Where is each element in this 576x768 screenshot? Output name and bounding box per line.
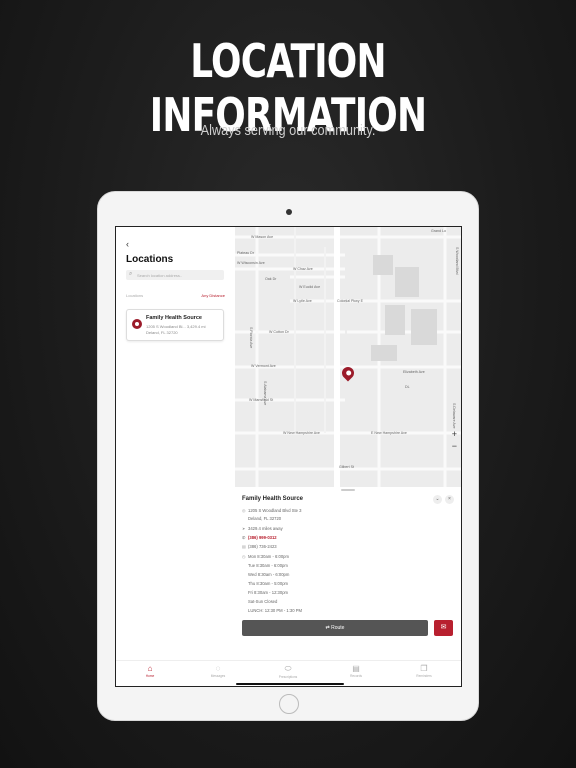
zoom-in-button[interactable]: + bbox=[452, 429, 457, 439]
tab-records[interactable]: ▤ Records bbox=[336, 664, 376, 678]
zoom-out-button[interactable]: − bbox=[452, 441, 457, 451]
page-title: Locations bbox=[126, 254, 174, 265]
detail-phone[interactable]: ✆ (386) 999-0312 bbox=[242, 535, 277, 540]
hours-line: Tue 8:30am - 6:00pm bbox=[248, 563, 288, 568]
location-pin-icon bbox=[132, 319, 142, 329]
ipad-home-button[interactable] bbox=[279, 694, 299, 714]
camera-dot bbox=[286, 209, 292, 215]
map-label: W Mason Ave bbox=[251, 235, 274, 239]
location-card-city: Deland, FL 32720 bbox=[146, 330, 178, 335]
map-label: W Euclid Ave bbox=[299, 285, 321, 289]
detail-title: Family Health Source bbox=[242, 496, 304, 502]
map-view[interactable]: W Mason Ave Plateau Dr Oak Dr W Chaz Ave… bbox=[235, 227, 461, 487]
detail-distance: ➤ 3429.4 miles away bbox=[242, 526, 283, 531]
map-label: W Mansfield St bbox=[249, 398, 274, 402]
distance-filter-button[interactable]: Any Distance bbox=[201, 293, 225, 298]
mail-icon: ✉ bbox=[440, 624, 447, 631]
tab-label: Home bbox=[145, 674, 155, 678]
map-label: Oak Dr bbox=[265, 277, 277, 281]
map-label: Gilbert St bbox=[339, 465, 354, 469]
map-label: S Alabama Ave bbox=[263, 381, 267, 406]
map-label: W Chaz Ave bbox=[293, 267, 313, 271]
route-button[interactable]: ⇄ Route bbox=[242, 620, 428, 636]
route-arrows-icon: ⇄ bbox=[325, 625, 330, 631]
sheet-grabber[interactable] bbox=[341, 489, 355, 491]
map-label: E New Hampshire Ave bbox=[371, 431, 407, 435]
tab-messages[interactable]: ◌ Messages bbox=[198, 664, 238, 678]
tab-label: Prescriptions bbox=[278, 675, 298, 679]
app-screen: 1:46 PM Thu Oct 20 ◂ ≋ 100% ▭ ‹ Location… bbox=[115, 226, 462, 687]
tab-label: Reminders bbox=[416, 674, 432, 678]
map-label: Grand Lo bbox=[431, 229, 446, 233]
address-line2: Deland, FL 32720 bbox=[248, 516, 282, 521]
search-icon: ⌕ bbox=[129, 271, 133, 277]
map-label: Colonial Pkwy E bbox=[337, 299, 363, 303]
home-indicator[interactable] bbox=[236, 683, 344, 685]
detail-fax: ▤ (386) 736-2423 bbox=[242, 544, 277, 549]
share-icon[interactable]: ⌄ bbox=[433, 495, 442, 504]
map-label: Elizabeth Ave bbox=[403, 370, 425, 374]
tab-prescriptions[interactable]: ⬭ Prescriptions bbox=[268, 664, 308, 679]
close-icon[interactable]: × bbox=[445, 495, 454, 504]
email-button[interactable]: ✉ bbox=[434, 620, 453, 636]
tab-label: Records bbox=[350, 674, 362, 678]
tab-label: Messages bbox=[210, 674, 226, 678]
hours-line: LUNCH: 12:30 PM - 1:30 PM bbox=[248, 608, 302, 613]
tab-home[interactable]: ⌂ Home bbox=[130, 664, 170, 678]
records-icon: ▤ bbox=[352, 664, 360, 673]
distance-text: 3429.4 miles away bbox=[248, 526, 283, 531]
map-label: DL bbox=[405, 385, 410, 389]
location-card-title: Family Health Source bbox=[146, 315, 202, 321]
location-detail-sheet: Family Health Source ⌄ × ◎ 1205 S Woodlan… bbox=[235, 487, 461, 660]
chat-icon: ◌ bbox=[215, 664, 221, 673]
map-label: Plateau Dr bbox=[237, 251, 254, 255]
hours-line: Fri 8:30am - 12:30pm bbox=[248, 590, 289, 595]
fax-text: (386) 736-2423 bbox=[248, 544, 277, 549]
detail-hours: ◷ Mon 8:30am - 6:00pm bbox=[242, 554, 289, 559]
address-line1: 1205 S Woodland Blvd Ste 3 bbox=[248, 508, 302, 513]
back-chevron-icon[interactable]: ‹ bbox=[126, 239, 129, 249]
phone-link[interactable]: (386) 999-0312 bbox=[248, 535, 277, 540]
locations-panel: ‹ Locations ⌕ Search location address.. … bbox=[116, 227, 235, 660]
hours-line: Mon 8:30am - 6:00pm bbox=[248, 554, 289, 559]
tab-bar: ⌂ Home ◌ Messages ⬭ Prescriptions ▤ Reco… bbox=[116, 660, 461, 686]
location-card[interactable]: Family Health Source 1205 S Woodland Bl.… bbox=[126, 309, 224, 341]
map-label: W Cotton Dr bbox=[269, 330, 289, 334]
hours-line: Thu 8:30am - 5:00pm bbox=[248, 581, 289, 586]
home-icon: ⌂ bbox=[147, 664, 153, 673]
search-placeholder: Search location address.. bbox=[137, 272, 183, 278]
detail-address: ◎ 1205 S Woodland Blvd Ste 3 bbox=[242, 508, 301, 513]
map-label: W Wisconsin Ave bbox=[237, 261, 265, 265]
hours-line: Wed 8:30am - 6:00pm bbox=[248, 572, 290, 577]
route-label: Route bbox=[331, 625, 345, 631]
map-label: S Delaware Ave bbox=[452, 403, 456, 429]
map-streets bbox=[235, 227, 461, 487]
tab-reminders[interactable]: ❐ Reminders bbox=[404, 664, 444, 678]
map-label: W Vermont Ave bbox=[251, 364, 276, 368]
map-label: W New Hampshire Ave bbox=[283, 431, 320, 435]
ipad-frame: 1:46 PM Thu Oct 20 ◂ ≋ 100% ▭ ‹ Location… bbox=[97, 191, 479, 721]
search-input[interactable]: ⌕ Search location address.. bbox=[126, 270, 224, 280]
map-label: S Woodland Blvd bbox=[455, 247, 459, 275]
reminder-icon: ❐ bbox=[420, 664, 428, 673]
promo-subline: Always serving our community. bbox=[200, 122, 376, 139]
location-card-address: 1205 S Woodland Bl... 3,429.4 mi Deland,… bbox=[146, 324, 222, 336]
pill-icon: ⬭ bbox=[284, 664, 292, 673]
map-label: S Florida Ave bbox=[249, 327, 253, 349]
map-label: W Lytle Ave bbox=[293, 299, 312, 303]
filter-label: Locations bbox=[126, 293, 144, 298]
hours-line: Sat-Sun Closed bbox=[248, 599, 278, 604]
